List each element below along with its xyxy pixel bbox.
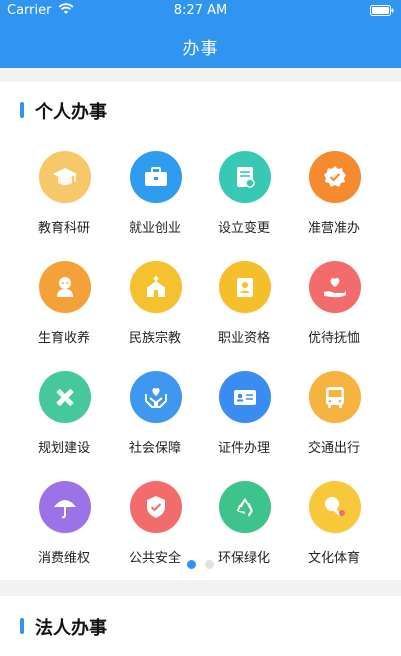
baby-icon	[39, 261, 91, 313]
service-label: 证件办理	[217, 441, 270, 456]
service-item[interactable]: 职业资格	[194, 261, 294, 361]
service-item[interactable]: 证件办理	[194, 371, 294, 471]
app-header: Carrier 8:27 AM 办事	[0, 0, 401, 68]
service-label: 准营准办	[307, 221, 360, 236]
service-label: 就业创业	[128, 221, 181, 236]
shield-check-icon	[130, 481, 182, 533]
graduation-cap-icon	[39, 151, 91, 203]
status-bar: Carrier 8:27 AM	[0, 0, 401, 22]
service-label: 教育科研	[37, 221, 90, 236]
section-title: 法人办事	[35, 618, 107, 639]
umbrella-icon	[39, 481, 91, 533]
id-card-icon	[219, 371, 271, 423]
service-item[interactable]: 就业创业	[105, 151, 205, 251]
section-header: 个人办事	[0, 82, 401, 138]
service-label: 交通出行	[307, 441, 360, 456]
service-item[interactable]: 公共安全	[105, 481, 205, 581]
service-label: 社会保障	[128, 441, 181, 456]
id-badge-icon	[219, 261, 271, 313]
hands-heart-icon	[130, 371, 182, 423]
service-item[interactable]: 消费维权	[14, 481, 114, 581]
service-label: 文化体育	[307, 551, 360, 566]
service-item[interactable]: 生育收养	[14, 261, 114, 361]
section-accent-bar	[20, 618, 24, 634]
section-accent-bar	[20, 102, 24, 118]
service-label: 消费维权	[37, 551, 90, 566]
service-label: 优待抚恤	[307, 331, 360, 346]
section-title: 个人办事	[35, 102, 107, 123]
service-item[interactable]: 设立变更	[194, 151, 294, 251]
service-label: 公共安全	[128, 551, 181, 566]
service-item[interactable]: 规划建设	[14, 371, 114, 471]
service-label: 民族宗教	[128, 331, 181, 346]
service-item[interactable]: 交通出行	[284, 371, 384, 471]
badge-check-icon	[309, 151, 361, 203]
bus-icon	[309, 371, 361, 423]
corporate-services-card: 法人办事	[0, 596, 401, 656]
briefcase-icon	[130, 151, 182, 203]
personal-services-card: 个人办事 教育科研 就业创业 设立变更 准营准办 生育收养 民族宗教 职业资格 …	[0, 82, 401, 580]
service-item[interactable]: 社会保障	[105, 371, 205, 471]
document-edit-icon	[219, 151, 271, 203]
ruler-pencil-icon	[39, 371, 91, 423]
service-label: 生育收养	[37, 331, 90, 346]
recycle-icon	[219, 481, 271, 533]
service-item[interactable]: 环保绿化	[194, 481, 294, 581]
page-title: 办事	[182, 39, 219, 59]
service-label: 职业资格	[217, 331, 270, 346]
status-time: 8:27 AM	[173, 3, 228, 18]
service-label: 规划建设	[37, 441, 90, 456]
service-item[interactable]: 文化体育	[284, 481, 384, 581]
service-item[interactable]: 教育科研	[14, 151, 114, 251]
ping-pong-icon	[309, 481, 361, 533]
battery-icon	[370, 5, 394, 16]
heart-hand-icon	[309, 261, 361, 313]
service-item[interactable]: 优待抚恤	[284, 261, 384, 361]
service-label: 环保绿化	[217, 551, 270, 566]
service-item[interactable]: 民族宗教	[105, 261, 205, 361]
service-item[interactable]: 准营准办	[284, 151, 384, 251]
temple-icon	[130, 261, 182, 313]
service-label: 设立变更	[217, 221, 270, 236]
